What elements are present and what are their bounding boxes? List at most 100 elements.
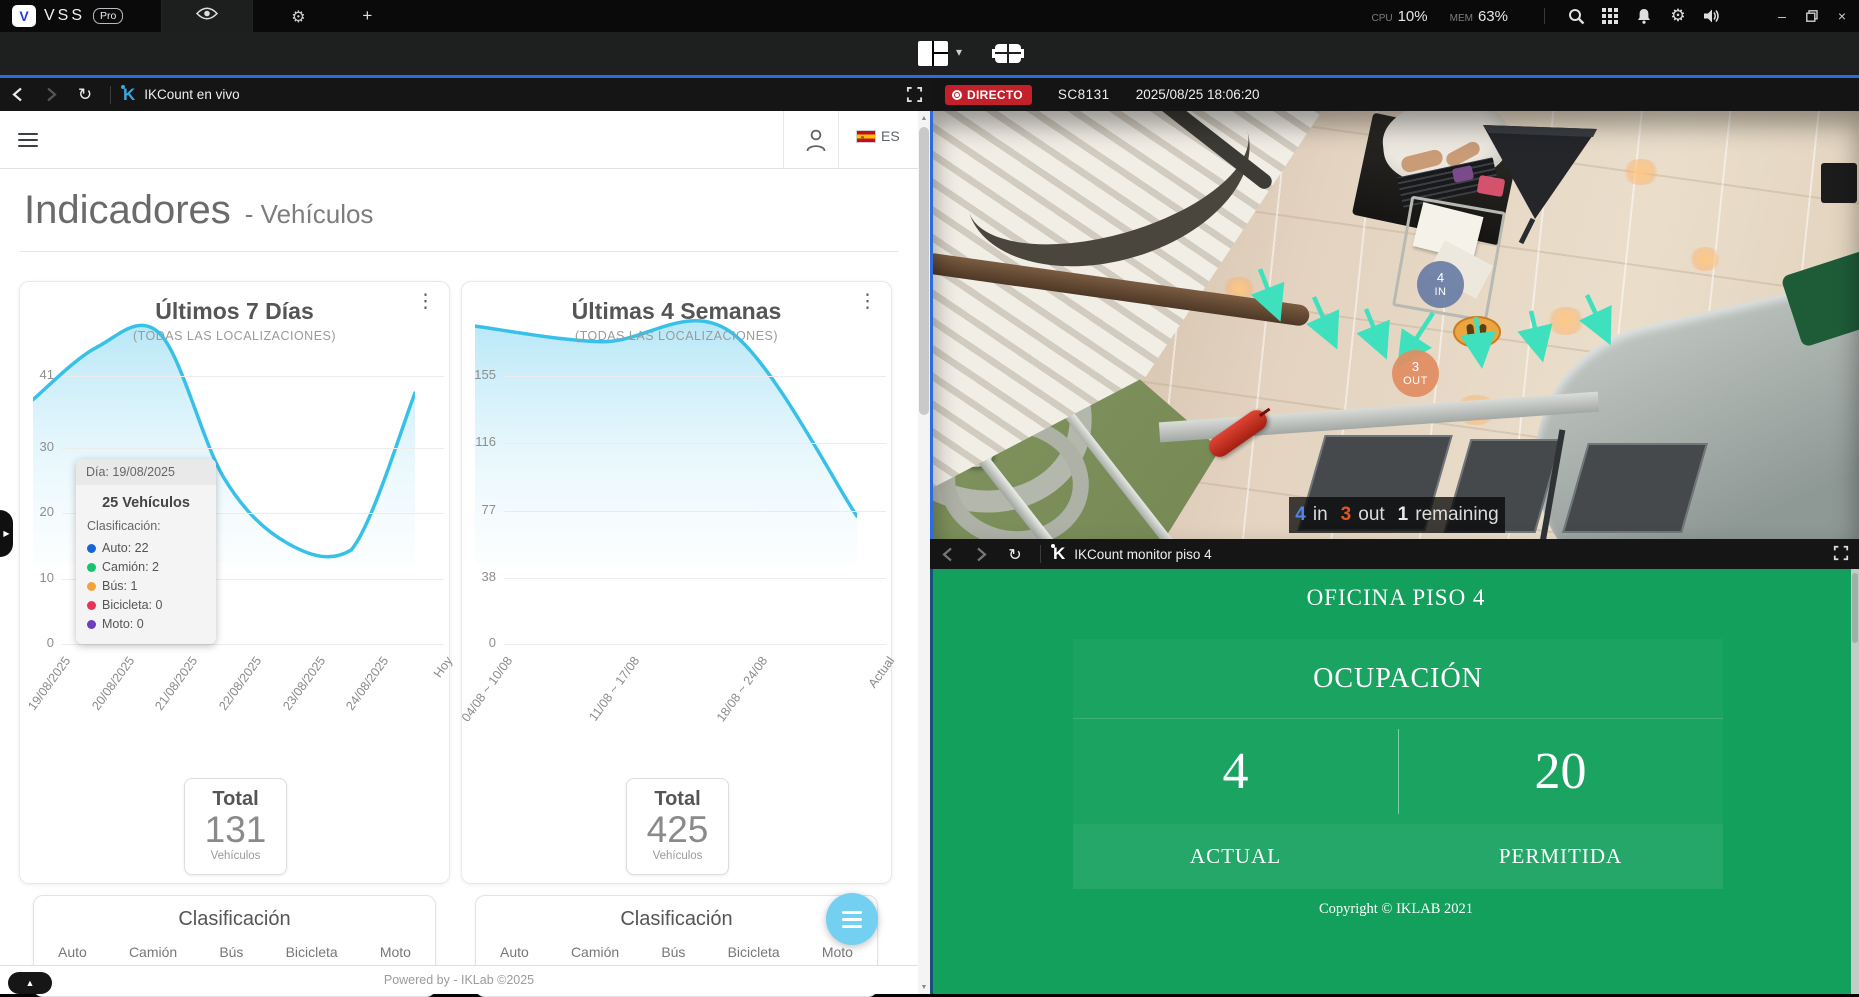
fullscreen-icon[interactable] <box>1833 545 1851 563</box>
tooltip-item: Camión: 2 <box>87 558 205 577</box>
counter-remaining-label: remaining <box>1415 504 1498 526</box>
counter-in-value: 4 <box>1295 504 1306 526</box>
live-badge-text: DIRECTO <box>967 88 1023 102</box>
legend-dot-icon <box>87 563 96 572</box>
grid-apps-icon[interactable] <box>1593 0 1627 32</box>
classification-label: Moto <box>380 944 411 960</box>
forward-button[interactable] <box>34 78 68 111</box>
y-tick-label: 155 <box>464 367 496 382</box>
dashboard-pane: ↻ K IKCount en vivo ES Indicadores- Vehí… <box>0 78 930 994</box>
tab-settings[interactable]: ⚙ <box>253 0 343 32</box>
classification-title: Clasificación <box>476 908 877 931</box>
classification-labels: AutoCamiónBúsBicicletaMoto <box>34 944 435 960</box>
legend-dot-icon <box>87 544 96 553</box>
back-button[interactable] <box>0 78 34 111</box>
in-count-label: IN <box>1435 286 1447 299</box>
scroll-to-top-button[interactable]: ▲ <box>8 972 52 994</box>
camera-view[interactable]: 4 IN 3 OUT 4 in 3 out 1 remaining <box>930 111 1859 539</box>
tooltip-date: Día: 19/08/2025 <box>76 459 216 485</box>
total-box: Total 131 Vehículos <box>184 778 287 875</box>
speaker-icon[interactable] <box>1695 0 1729 32</box>
column-ultimas-4-semanas: ⋮ Últimas 4 Semanas (TODAS LAS LOCALIZAC… <box>461 281 892 994</box>
floating-menu-button[interactable] <box>826 893 878 945</box>
occupancy-permitted-label: PERMITIDA <box>1398 824 1723 889</box>
divider <box>1544 8 1545 24</box>
close-button[interactable]: × <box>1827 0 1857 32</box>
camera-status-bar: DIRECTO SC8131 2025/08/25 18:06:20 <box>930 78 1859 111</box>
app-titlebar: V VSS Pro ⚙ + CPU 10% MEM 63% ⚙ <box>0 0 1859 32</box>
divider <box>838 111 839 169</box>
vertical-scrollbar[interactable]: ▲ ▼ <box>918 111 930 994</box>
out-count-label: OUT <box>1403 375 1428 388</box>
ikcount-logo-icon: K <box>123 85 135 105</box>
tooltip-section-label: Clasificación: <box>87 519 205 533</box>
video-wall-icon[interactable] <box>995 44 1021 63</box>
classification-label: Camión <box>571 944 619 960</box>
layout-split-icon[interactable] <box>918 41 948 66</box>
hamburger-menu-icon[interactable] <box>18 133 38 147</box>
scroll-down-button[interactable]: ▼ <box>918 980 930 994</box>
total-value: 425 <box>627 811 728 850</box>
total-label: Total <box>185 788 286 811</box>
occupancy-permitted-value: 20 <box>1398 719 1723 824</box>
tab-live-view[interactable] <box>161 0 253 32</box>
bell-icon[interactable] <box>1627 0 1661 32</box>
minimize-button[interactable]: – <box>1767 0 1797 32</box>
occupancy-monitor: OFICINA PISO 4 OCUPACIÓN 4 20 ACTUAL PER… <box>930 569 1859 994</box>
ikcount-logo-icon: K <box>1053 544 1065 564</box>
refresh-button[interactable]: ↻ <box>998 538 1032 571</box>
occupancy-actual-value: 4 <box>1073 719 1398 824</box>
dashboard-header: ES <box>0 111 918 169</box>
mem-meter: MEM 63% <box>1450 8 1508 25</box>
search-icon[interactable] <box>1559 0 1593 32</box>
language-selector[interactable]: ES <box>856 128 900 144</box>
tooltip-item: Bús: 1 <box>87 577 205 596</box>
mem-value: 63% <box>1478 8 1508 25</box>
classification-label: Moto <box>822 944 853 960</box>
chart-plot-area[interactable] <box>504 376 886 644</box>
monitor-browser-title: IKCount monitor piso 4 <box>1074 547 1211 562</box>
copyright-text: Copyright © IKLAB 2021 <box>933 901 1859 918</box>
in-count-value: 4 <box>1437 271 1444 286</box>
divider <box>1398 729 1399 814</box>
scrollbar-thumb[interactable] <box>919 127 929 415</box>
restore-button[interactable] <box>1797 0 1827 32</box>
y-tick-label: 41 <box>22 367 54 382</box>
classification-title: Clasificación <box>34 908 435 931</box>
chart-subtitle: (TODAS LAS LOCALIZACIONES) <box>20 329 449 343</box>
forward-button[interactable] <box>964 538 998 571</box>
chart-title: Últimas 4 Semanas <box>462 298 891 325</box>
out-count-badge: 3 OUT <box>1392 350 1439 397</box>
back-button[interactable] <box>930 538 964 571</box>
counter-out-label: out <box>1358 504 1384 526</box>
scrollbar-thumb[interactable] <box>1852 573 1858 643</box>
tooltip-item: Moto: 0 <box>87 615 205 634</box>
left-browser-title: IKCount en vivo <box>144 87 239 102</box>
side-drawer-handle[interactable]: ▶ <box>0 510 13 557</box>
refresh-button[interactable]: ↻ <box>68 78 102 111</box>
scroll-up-button[interactable]: ▲ <box>918 111 930 125</box>
cpu-value: 10% <box>1398 8 1428 25</box>
divider <box>783 111 784 169</box>
total-label: Total <box>627 788 728 811</box>
total-unit: Vehículos <box>185 850 286 862</box>
out-count-value: 3 <box>1412 360 1419 375</box>
monitor-browser-bar: ↻ K IKCount monitor piso 4 <box>930 539 1859 569</box>
record-icon <box>952 90 962 100</box>
tab-new[interactable]: + <box>343 0 391 32</box>
x-tick-label: Actual <box>827 654 897 743</box>
mem-label: MEM <box>1450 13 1473 24</box>
y-tick-label: 77 <box>464 502 496 517</box>
language-code: ES <box>881 128 900 144</box>
legend-dot-icon <box>87 601 96 610</box>
gear-icon[interactable]: ⚙ <box>1661 0 1695 32</box>
app-logo-text: VSS <box>44 7 85 25</box>
tooltip-items: Auto: 22Camión: 2Bús: 1Bicicleta: 0Moto:… <box>87 539 205 634</box>
chevron-down-icon[interactable]: ▾ <box>956 45 962 59</box>
fullscreen-icon[interactable] <box>906 86 924 104</box>
user-account-icon[interactable] <box>796 126 836 154</box>
occupancy-card: OCUPACIÓN 4 20 ACTUAL PERMITIDA <box>1073 639 1723 889</box>
classification-label: Bicicleta <box>728 944 780 960</box>
divider <box>20 251 898 252</box>
x-tick-label: 21/08/2025 <box>131 654 201 743</box>
